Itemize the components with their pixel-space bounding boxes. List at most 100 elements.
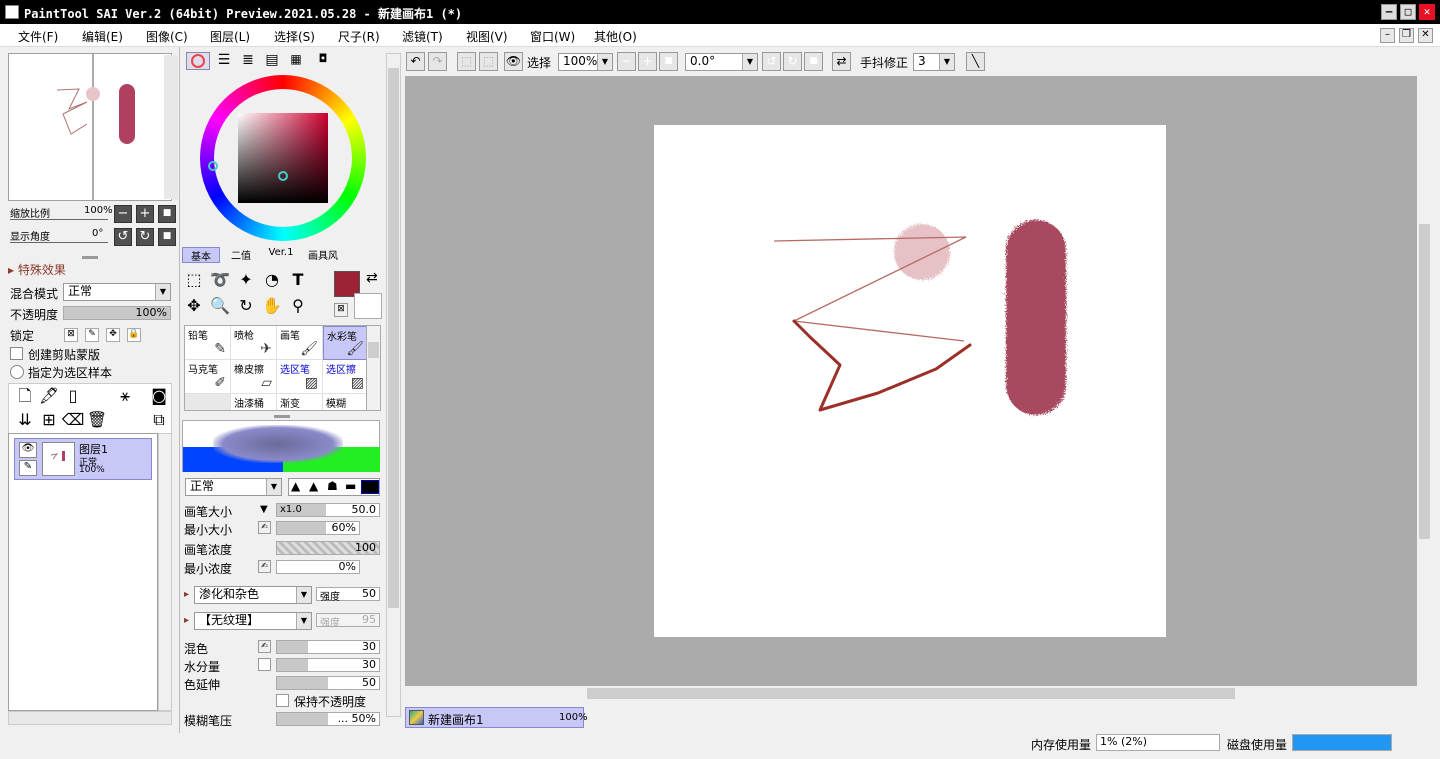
canvas-viewport[interactable] — [405, 76, 1417, 686]
toolbar-zoom-out[interactable]: − — [617, 52, 636, 71]
water-slider[interactable]: 30 — [276, 658, 380, 672]
text-icon[interactable]: T — [286, 270, 310, 292]
mask-icon[interactable]: ◙ — [147, 386, 171, 408]
texture-expand-icon[interactable]: ▸ — [184, 615, 189, 626]
menu-other[interactable]: 其他(O) — [594, 28, 637, 45]
brush-select-pen[interactable]: 选区笔 ▨ — [277, 360, 323, 394]
menu-view[interactable]: 视图(V) — [466, 28, 508, 45]
brush-scrollbar[interactable] — [366, 325, 381, 411]
canvas-hscrollbar[interactable] — [405, 686, 1417, 701]
lock-paint-icon[interactable]: ✎ — [85, 328, 99, 342]
pressure-icon[interactable]: ✍ — [258, 640, 271, 653]
brush-select-eraser[interactable]: 选区擦 ▨ — [323, 360, 369, 394]
brush-brush[interactable]: 画笔 🖌 — [277, 326, 323, 360]
layer-scrollbar[interactable] — [158, 433, 172, 711]
stretch-slider[interactable]: 50 — [276, 676, 380, 690]
size-dropdown-icon[interactable]: ▼ — [260, 504, 268, 515]
brush-airbrush[interactable]: 喷枪 ✈ — [231, 326, 277, 360]
mix-slider[interactable]: 30 — [276, 640, 380, 654]
minsize-slider[interactable]: 60% — [276, 521, 360, 535]
texture-strength-slider[interactable]: 强度 95 — [316, 613, 380, 629]
lasso-icon[interactable]: ➰ — [208, 270, 232, 292]
lock-all-icon[interactable]: 🔒 — [127, 328, 141, 342]
tab-ver1[interactable]: Ver.1 — [262, 247, 300, 263]
layer-row[interactable]: 👁 ✎ 图层1 正常 100% — [14, 438, 152, 480]
menu-filter[interactable]: 滤镜(T) — [402, 28, 443, 45]
rotate-right-button[interactable]: ↻ — [136, 228, 154, 246]
panel-splitter[interactable] — [82, 256, 98, 259]
straight-line-icon[interactable]: ╲ — [966, 52, 985, 71]
hue-cursor[interactable] — [208, 161, 218, 171]
undo-button[interactable]: ↶ — [406, 52, 425, 71]
menu-image[interactable]: 图像(C) — [146, 28, 188, 45]
transparent-color-icon[interactable]: ⊠ — [334, 303, 348, 317]
angle-select[interactable]: 0.0° ▼ — [685, 53, 758, 71]
menu-select[interactable]: 选择(S) — [274, 28, 315, 45]
fx-icon[interactable]: ⚹ — [113, 386, 137, 408]
menu-ruler[interactable]: 尺子(R) — [338, 28, 380, 45]
redo-button[interactable]: ↷ — [428, 52, 447, 71]
clear-layer-icon[interactable]: ⌫ — [61, 410, 85, 432]
navigator-preview[interactable] — [8, 53, 172, 201]
scratchpad-icon[interactable]: ◘ — [312, 52, 334, 70]
close-button[interactable]: ✕ — [1419, 4, 1435, 20]
tool-panel-scrollbar[interactable] — [386, 53, 401, 717]
new-layer-icon[interactable]: 🗋 — [13, 386, 37, 408]
shape-icon[interactable]: ◔ — [260, 270, 284, 292]
flip-horizontal-icon[interactable]: ⇄ — [832, 52, 851, 71]
menu-file[interactable]: 文件(F) — [18, 28, 58, 45]
toolbar-rotate-right[interactable]: ↻ — [783, 52, 802, 71]
rotate-icon[interactable]: ↻ — [234, 296, 258, 318]
lock-move-icon[interactable]: ✥ — [106, 328, 120, 342]
secondary-color-swatch[interactable] — [354, 293, 382, 319]
navigator-scrollbar[interactable] — [164, 55, 178, 199]
lock-transparency-icon[interactable]: ⊠ — [64, 328, 78, 342]
saturation-value-square[interactable] — [238, 113, 328, 203]
mindens-slider[interactable]: 0% — [276, 560, 360, 574]
eye-icon[interactable]: 👁 — [19, 442, 37, 458]
doc-restore-button[interactable]: ❐ — [1399, 28, 1414, 43]
maximize-button[interactable]: □ — [1400, 4, 1416, 20]
invert-select-button[interactable]: ⬚ — [479, 52, 498, 71]
canvas-tab[interactable]: 新建画布1 100% — [405, 707, 588, 728]
opacity-slider[interactable]: 100% — [63, 306, 171, 320]
hsv-slider-icon[interactable]: ≣ — [238, 52, 258, 70]
merge-down-icon[interactable]: ⇊ — [13, 410, 37, 432]
blur-noise-select[interactable]: 渗化和杂色 ▼ — [194, 586, 312, 604]
minimize-button[interactable]: – — [1381, 4, 1397, 20]
brush-mode-select[interactable]: 正常 ▼ — [185, 478, 282, 496]
eyedropper-icon[interactable]: ⚲ — [286, 296, 310, 318]
toolbar-zoom-reset[interactable]: ■ — [659, 52, 678, 71]
brush-bucket[interactable]: 油漆桶 — [231, 394, 277, 410]
panel-splitter-2[interactable] — [274, 415, 290, 418]
clip-mask-checkbox[interactable] — [10, 347, 23, 360]
brush-blur[interactable]: 模糊 — [323, 394, 369, 410]
selection-source-radio[interactable] — [10, 365, 24, 379]
texture-select[interactable]: 【无纹理】 ▼ — [194, 612, 312, 630]
blur-expand-icon[interactable]: ▸ — [184, 589, 189, 600]
brush-shape-selector[interactable]: ▲ ▲ ☗ ▬ — [288, 478, 380, 496]
zoom-out-button[interactable]: − — [114, 205, 132, 223]
magic-wand-icon[interactable]: ✦ — [234, 270, 258, 292]
swatches-icon[interactable]: ▤ — [262, 52, 282, 70]
layer-props-icon[interactable]: ⧉ — [147, 410, 171, 432]
rotate-left-button[interactable]: ↺ — [114, 228, 132, 246]
zoom-reset-button[interactable]: ■ — [158, 205, 176, 223]
rotate-reset-button[interactable]: ■ — [158, 228, 176, 246]
zoom-in-button[interactable]: + — [136, 205, 154, 223]
toolbar-zoom-in[interactable]: + — [638, 52, 657, 71]
keep-opacity-checkbox[interactable] — [276, 694, 289, 707]
brush-marker[interactable]: 马克笔 ✐ — [185, 360, 231, 394]
show-selection-icon[interactable]: 👁 — [504, 52, 523, 71]
tab-basic[interactable]: 基本 — [182, 247, 220, 263]
zoom-icon[interactable]: 🔍 — [208, 296, 232, 318]
brush-watercolor[interactable]: 水彩笔 🖌 — [323, 326, 369, 360]
menu-edit[interactable]: 编辑(E) — [82, 28, 123, 45]
water-checkbox[interactable] — [258, 658, 271, 671]
tab-binary[interactable]: 二值 — [222, 247, 260, 263]
pen-icon[interactable]: ✎ — [19, 460, 37, 476]
hand-icon[interactable]: ✋ — [260, 296, 284, 318]
rect-select-icon[interactable]: ⬚ — [182, 270, 206, 292]
canvas-vscrollbar[interactable] — [1417, 76, 1432, 686]
density-slider[interactable]: 100 — [276, 541, 380, 555]
